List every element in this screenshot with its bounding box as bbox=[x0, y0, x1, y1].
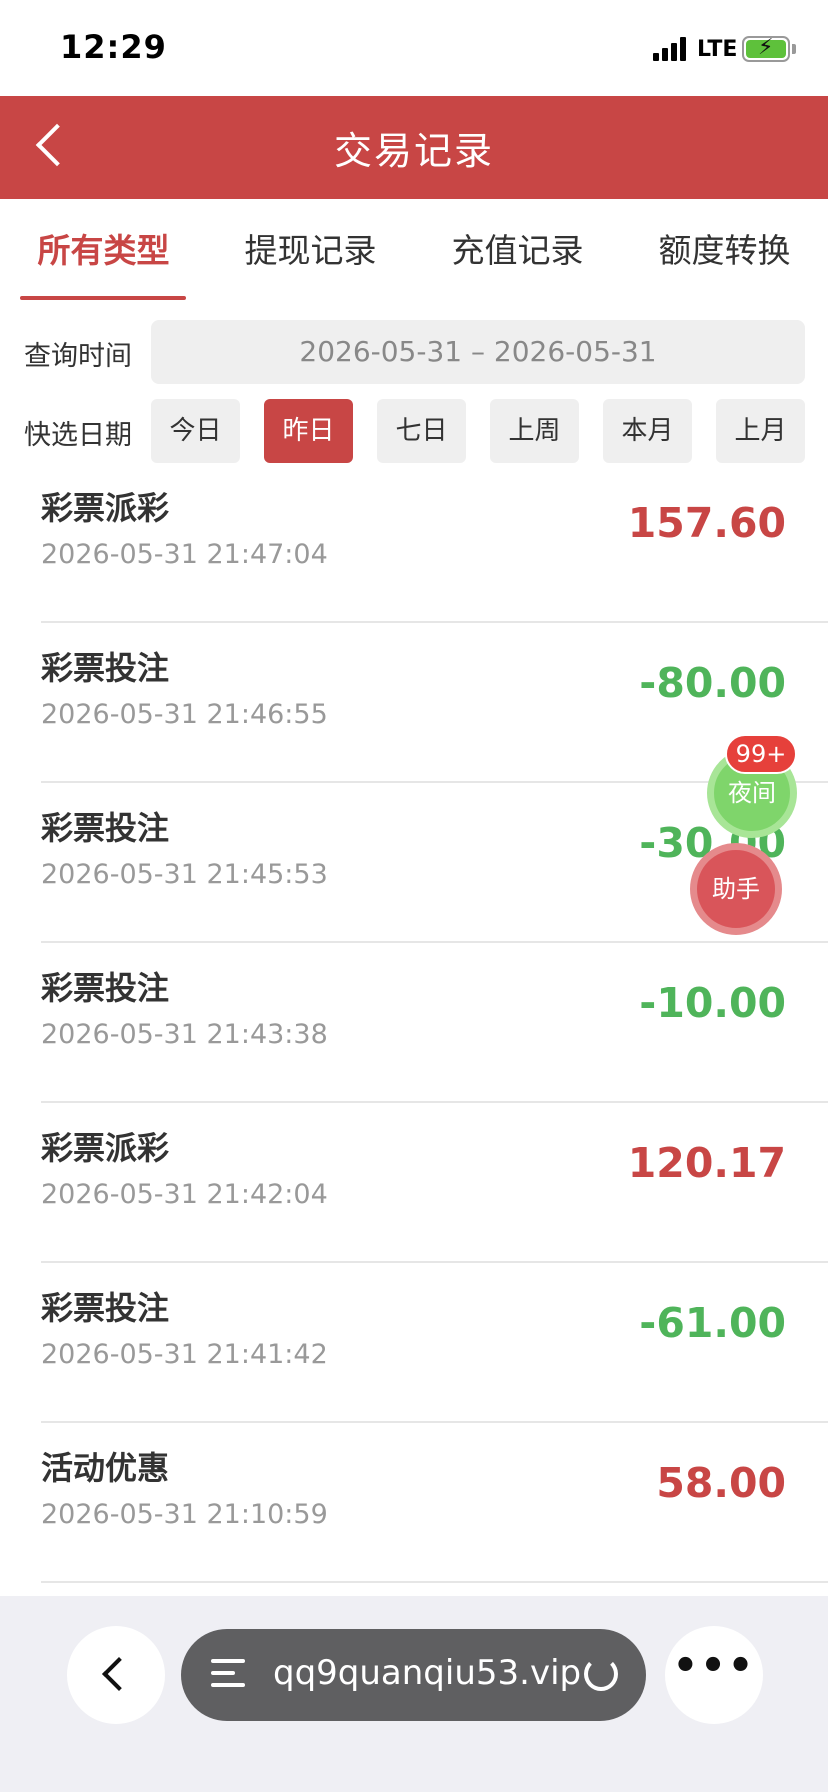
tab-all-types[interactable]: 所有类型 bbox=[0, 199, 207, 303]
page-menu-icon[interactable] bbox=[211, 1657, 247, 1693]
active-tab-indicator bbox=[20, 296, 186, 300]
record-type: 彩票投注 bbox=[41, 809, 170, 847]
assistant-button[interactable]: 助手 bbox=[690, 843, 782, 935]
tab-credit-transfer[interactable]: 额度转换 bbox=[621, 199, 828, 303]
record-amount: 58.00 bbox=[656, 1459, 786, 1507]
status-time: 12:29 bbox=[60, 28, 167, 66]
divider bbox=[41, 1581, 828, 1583]
network-label: LTE bbox=[697, 37, 738, 62]
record-time: 2026-05-31 21:41:42 bbox=[41, 1339, 328, 1370]
record-amount: -61.00 bbox=[639, 1299, 786, 1347]
header-bar: 交易记录 bbox=[0, 96, 828, 199]
browser-toolbar: qq9quanqiu53.vip ••• bbox=[0, 1596, 828, 1792]
record-amount: -80.00 bbox=[639, 659, 786, 707]
quick-last-month-button[interactable]: 上月 bbox=[716, 399, 805, 463]
quick-date-label: 快选日期 bbox=[24, 420, 132, 451]
quick-yesterday-button[interactable]: 昨日 bbox=[264, 399, 353, 463]
quick-last-week-button[interactable]: 上周 bbox=[490, 399, 579, 463]
browser-back-button[interactable] bbox=[67, 1626, 165, 1724]
record-time: 2026-05-31 21:46:55 bbox=[41, 699, 328, 730]
record-time: 2026-05-31 21:47:04 bbox=[41, 539, 328, 570]
record-row[interactable]: 活动优惠 2026-05-31 21:10:59 58.00 bbox=[0, 1423, 828, 1583]
more-options-button[interactable]: ••• bbox=[665, 1626, 763, 1724]
record-row[interactable]: 彩票投注 2026-05-31 21:43:38 -10.00 bbox=[0, 943, 828, 1103]
date-range-picker[interactable]: 2026-05-31 – 2026-05-31 bbox=[151, 320, 805, 384]
url-text: qq9quanqiu53.vip bbox=[273, 1653, 582, 1693]
record-amount: -10.00 bbox=[639, 979, 786, 1027]
record-row[interactable]: 彩票派彩 2026-05-31 21:42:04 120.17 bbox=[0, 1103, 828, 1263]
record-amount: 120.17 bbox=[627, 1139, 786, 1187]
signal-icon bbox=[653, 37, 689, 61]
record-type: 彩票投注 bbox=[41, 1289, 170, 1327]
battery-icon: ⚡ bbox=[742, 35, 790, 62]
page-title: 交易记录 bbox=[333, 129, 494, 173]
chevron-left-icon bbox=[102, 1657, 136, 1691]
tab-bar: 所有类型 提现记录 充值记录 额度转换 bbox=[0, 199, 828, 303]
notification-badge: 99+ bbox=[725, 734, 797, 774]
tab-withdraw-records[interactable]: 提现记录 bbox=[207, 199, 414, 303]
record-time: 2026-05-31 21:42:04 bbox=[41, 1179, 328, 1210]
record-row[interactable]: 彩票投注 2026-05-31 21:41:42 -61.00 bbox=[0, 1263, 828, 1423]
record-time: 2026-05-31 21:10:59 bbox=[41, 1499, 328, 1530]
record-type: 彩票投注 bbox=[41, 649, 170, 687]
tab-deposit-records[interactable]: 充值记录 bbox=[414, 199, 621, 303]
address-bar[interactable]: qq9quanqiu53.vip bbox=[181, 1629, 646, 1721]
quick-today-button[interactable]: 今日 bbox=[151, 399, 240, 463]
record-amount: 157.60 bbox=[627, 499, 786, 547]
record-type: 彩票派彩 bbox=[41, 489, 170, 527]
record-type: 活动优惠 bbox=[41, 1449, 170, 1487]
quick-this-month-button[interactable]: 本月 bbox=[603, 399, 692, 463]
record-row[interactable]: 彩票派彩 2026-05-31 21:47:04 157.60 bbox=[0, 463, 828, 623]
record-time: 2026-05-31 21:45:53 bbox=[41, 859, 328, 890]
record-row[interactable]: 彩票投注 2026-05-31 21:46:55 -80.00 bbox=[0, 623, 828, 783]
status-bar: 12:29 LTE ⚡ bbox=[0, 0, 828, 96]
query-time-label: 查询时间 bbox=[24, 341, 132, 372]
record-type: 彩票投注 bbox=[41, 969, 170, 1007]
record-time: 2026-05-31 21:43:38 bbox=[41, 1019, 328, 1050]
battery-tip bbox=[792, 44, 796, 54]
reload-icon[interactable] bbox=[584, 1657, 618, 1691]
quick-seven-days-button[interactable]: 七日 bbox=[377, 399, 466, 463]
record-type: 彩票派彩 bbox=[41, 1129, 170, 1167]
